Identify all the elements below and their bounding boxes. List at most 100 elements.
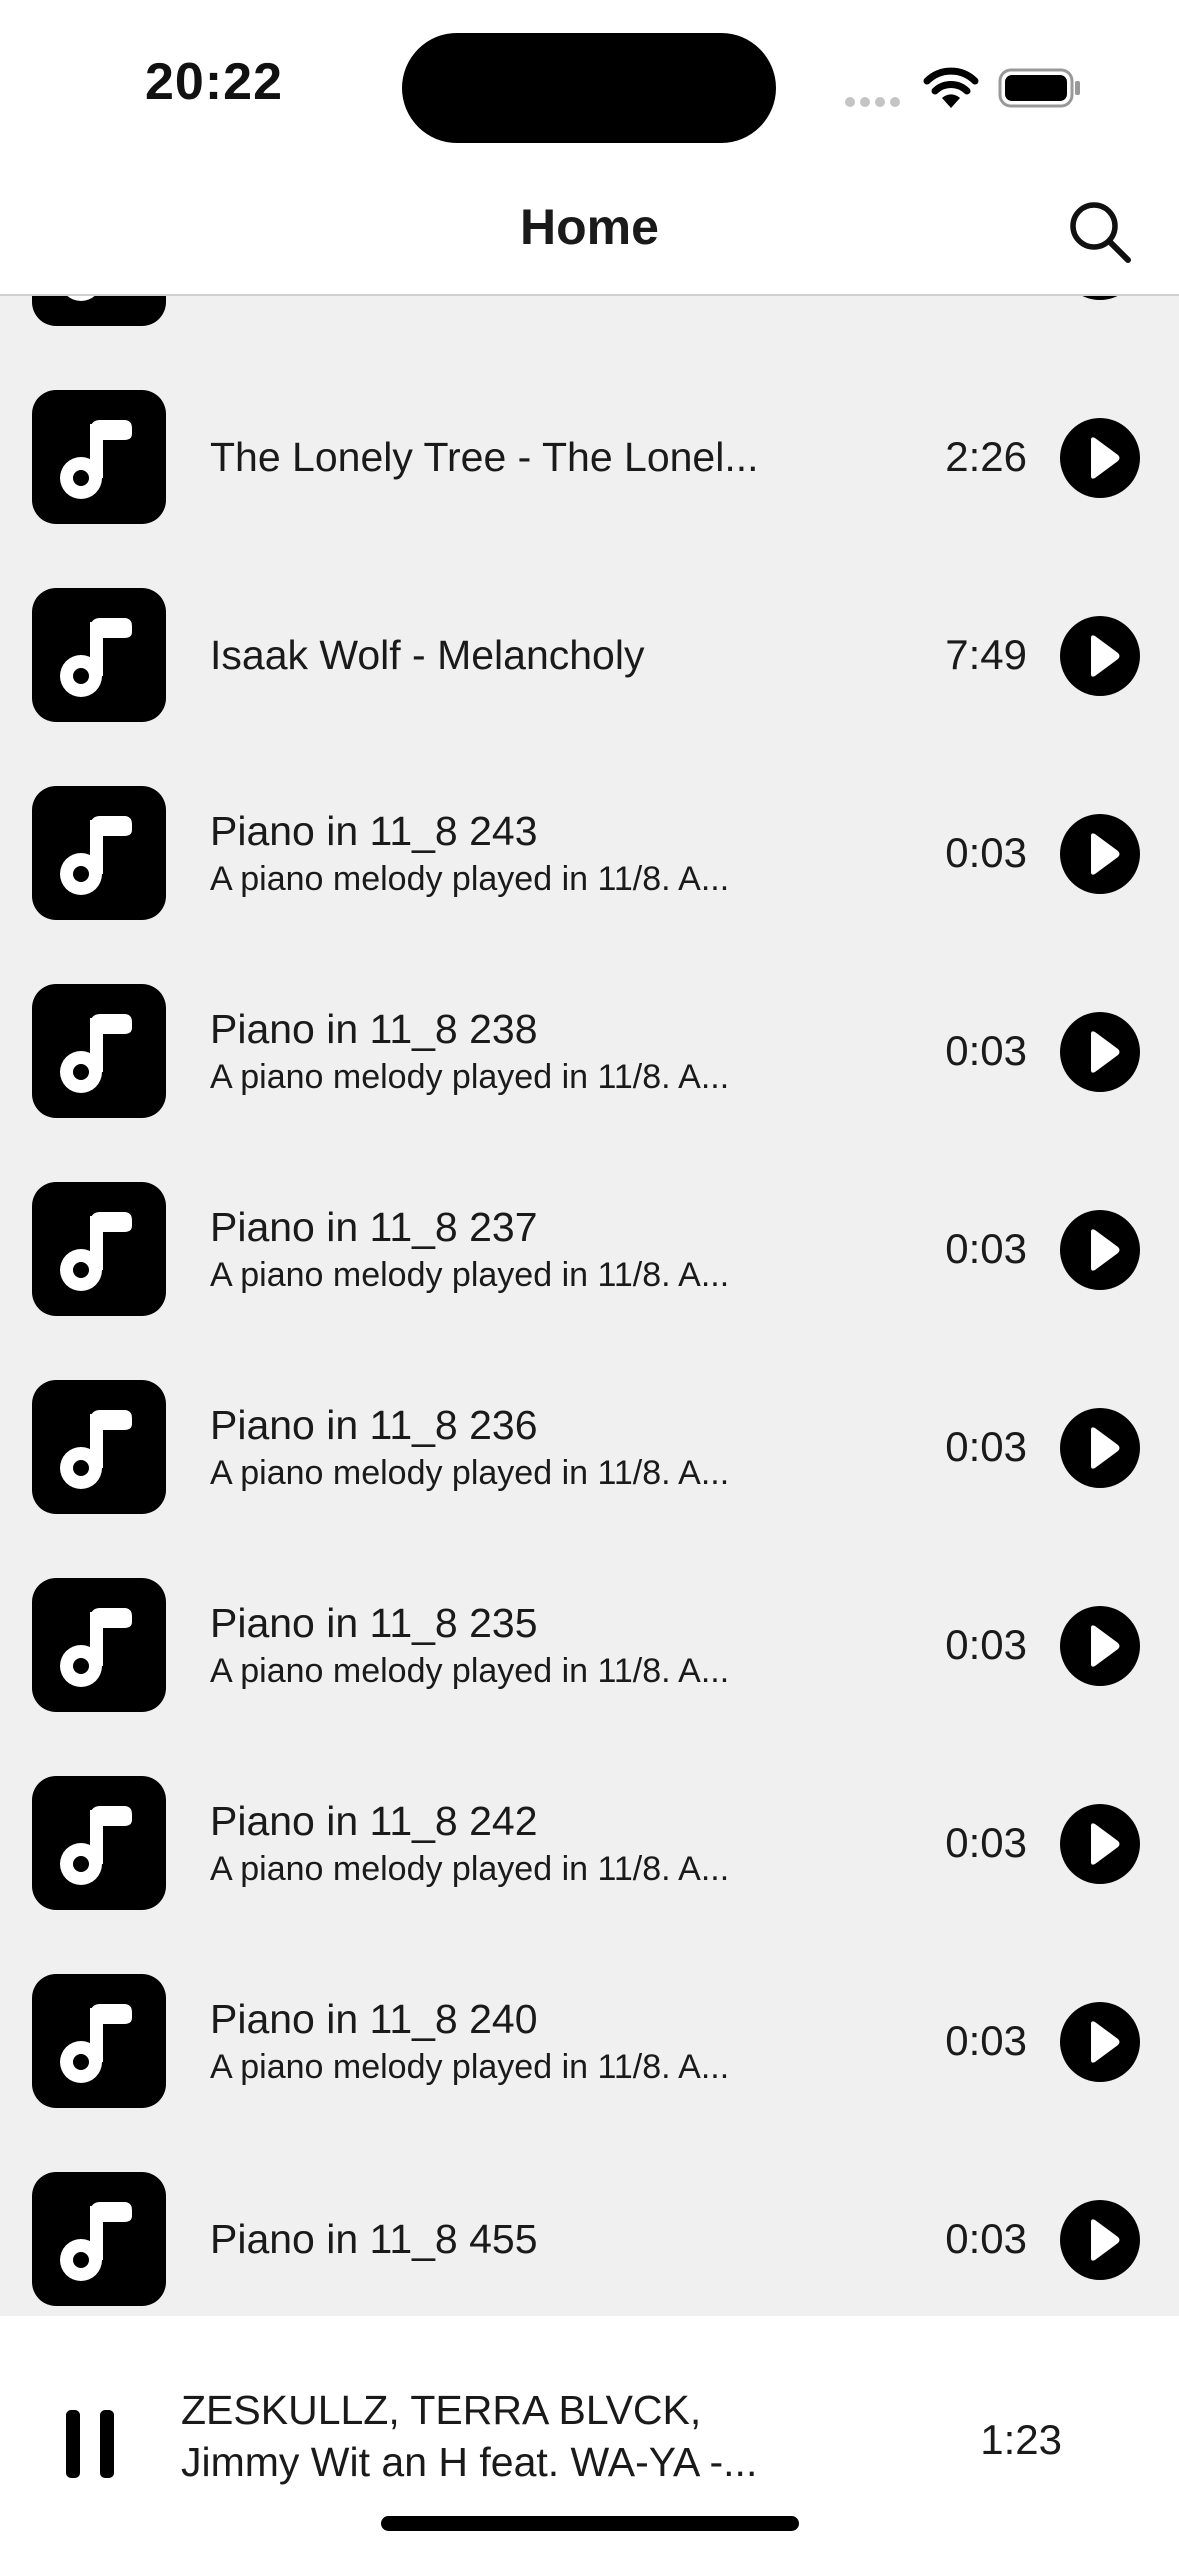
track-duration: 0:03	[945, 1819, 1027, 1866]
home-indicator	[381, 2516, 799, 2531]
track-title: Piano in 11_8 235	[210, 1600, 538, 1646]
track-artwork	[32, 1578, 166, 1712]
play-icon	[1091, 437, 1120, 479]
track-row[interactable]: Piano in 11_8 243 A piano melody played i…	[0, 754, 1179, 952]
play-button[interactable]	[1060, 616, 1140, 696]
track-row[interactable]: Piano in 11_8 236 A piano melody played i…	[0, 1348, 1179, 1546]
play-icon	[1091, 2021, 1120, 2063]
track-row[interactable]: Piano in 11_8 237 A piano melody played i…	[0, 1150, 1179, 1348]
music-note-icon	[60, 1212, 132, 1291]
track-duration: 0:03	[945, 1027, 1027, 1074]
play-icon	[1091, 635, 1120, 677]
track-text: Piano in 11_8 238 A piano melody played i…	[210, 952, 810, 1150]
track-artwork	[32, 2172, 166, 2306]
play-button[interactable]	[1060, 1012, 1140, 1092]
track-description: A piano melody played in 11/8. A...	[210, 1058, 730, 1096]
play-icon	[1091, 1625, 1120, 1667]
track-row[interactable]: Piano in 11_8 242 A piano melody played i…	[0, 1744, 1179, 1942]
track-title: Isaak Wolf - Melancholy	[210, 632, 645, 678]
music-note-icon	[60, 2202, 132, 2281]
track-duration: 0:03	[945, 2215, 1027, 2262]
cellular-signal-icon	[845, 94, 905, 112]
track-list[interactable]: ZESKULLZ, TERRA BLVCK, J...2:44The Lonel…	[0, 296, 1179, 2316]
track-row[interactable]: Isaak Wolf - Melancholy 7:49	[0, 556, 1179, 754]
track-title: Piano in 11_8 243	[210, 808, 538, 854]
track-row[interactable]: The Lonely Tree - The Lonel... 2:26	[0, 358, 1179, 556]
play-button[interactable]	[1060, 814, 1140, 894]
track-title: Piano in 11_8 238	[210, 1006, 538, 1052]
search-icon	[1070, 202, 1131, 263]
play-button[interactable]	[1060, 2002, 1140, 2082]
music-note-icon	[60, 2004, 132, 2083]
track-description: A piano melody played in 11/8. A...	[210, 1256, 730, 1294]
track-row[interactable]: ZESKULLZ, TERRA BLVCK, J... 2:44	[0, 296, 1179, 358]
track-text: The Lonely Tree - The Lonel...	[210, 358, 810, 556]
music-note-icon	[67, 296, 95, 301]
now-playing-title-line2: Jimmy Wit an H feat. WA-YA -...	[181, 2439, 758, 2485]
track-title: Piano in 11_8 237	[210, 1204, 538, 1250]
track-title: Piano in 11_8 236	[210, 1402, 538, 1448]
play-button[interactable]	[1060, 1210, 1140, 1290]
music-note-icon	[60, 618, 132, 697]
track-text: Piano in 11_8 236 A piano melody played i…	[210, 1348, 810, 1546]
track-artwork	[32, 786, 166, 920]
track-row[interactable]: Piano in 11_8 455 0:03	[0, 2140, 1179, 2316]
play-icon	[1091, 833, 1120, 875]
pause-button[interactable]	[1060, 296, 1140, 300]
play-button[interactable]	[1060, 2200, 1140, 2280]
music-note-icon	[60, 1806, 132, 1885]
track-row[interactable]: Piano in 11_8 238 A piano melody played i…	[0, 952, 1179, 1150]
play-button[interactable]	[1060, 1804, 1140, 1884]
now-playing-title: ZESKULLZ, TERRA BLVCK, Jimmy Wit an H fe…	[181, 2384, 821, 2488]
track-row[interactable]: Piano in 11_8 240 A piano melody played i…	[0, 1942, 1179, 2140]
play-icon	[1091, 2219, 1120, 2261]
elapsed-time: 1:23	[980, 2416, 1062, 2463]
track-text: ZESKULLZ, TERRA BLVCK, J...	[210, 296, 810, 358]
track-duration: 0:03	[945, 1225, 1027, 1272]
track-duration: 2:44	[945, 296, 1027, 358]
track-artwork	[32, 296, 166, 326]
track-title: The Lonely Tree - The Lonel...	[210, 434, 759, 480]
track-duration: 0:03	[945, 1621, 1027, 1668]
track-description: A piano melody played in 11/8. A...	[210, 1652, 730, 1690]
track-description: A piano melody played in 11/8. A...	[210, 1850, 730, 1888]
track-artwork	[32, 390, 166, 524]
track-text: Piano in 11_8 243 A piano melody played i…	[210, 754, 810, 952]
status-bar: 20:22	[0, 0, 1179, 170]
wifi-icon	[923, 67, 979, 108]
track-artwork	[32, 984, 166, 1118]
track-title: Piano in 11_8 242	[210, 1798, 538, 1844]
status-time: 20:22	[145, 53, 283, 111]
track-text: Piano in 11_8 242 A piano melody played i…	[210, 1744, 810, 1942]
pause-icon	[1060, 296, 1140, 300]
track-text: Piano in 11_8 455	[210, 2140, 810, 2316]
track-description: A piano melody played in 11/8. A...	[210, 1454, 730, 1492]
track-text: Isaak Wolf - Melancholy	[210, 556, 810, 754]
music-note-icon	[60, 420, 132, 499]
track-artwork	[32, 1380, 166, 1514]
battery-icon	[998, 68, 1080, 108]
play-icon	[1091, 1031, 1120, 1073]
track-artwork	[32, 588, 166, 722]
track-text: Piano in 11_8 237 A piano melody played i…	[210, 1150, 810, 1348]
navigation-bar: Home	[0, 170, 1179, 296]
track-duration: 7:49	[945, 631, 1027, 678]
track-title: Piano in 11_8 455	[210, 2216, 538, 2262]
play-button[interactable]	[1060, 1408, 1140, 1488]
play-button[interactable]	[1060, 418, 1140, 498]
dynamic-island	[402, 33, 776, 143]
play-button[interactable]	[1060, 1606, 1140, 1686]
track-artwork	[32, 1776, 166, 1910]
page-title: Home	[520, 199, 659, 255]
track-artwork	[32, 1974, 166, 2108]
now-playing-title-line1: ZESKULLZ, TERRA BLVCK,	[181, 2387, 702, 2433]
track-text: Piano in 11_8 240 A piano melody played i…	[210, 1942, 810, 2140]
track-description: A piano melody played in 11/8. A...	[210, 2048, 730, 2086]
music-note-icon	[60, 1608, 132, 1687]
mini-player-pause-button[interactable]	[58, 2406, 122, 2482]
track-title: Piano in 11_8 240	[210, 1996, 538, 2042]
search-button[interactable]	[1066, 198, 1134, 266]
track-row[interactable]: Piano in 11_8 235 A piano melody played i…	[0, 1546, 1179, 1744]
track-artwork	[32, 1182, 166, 1316]
play-icon	[1091, 1823, 1120, 1865]
